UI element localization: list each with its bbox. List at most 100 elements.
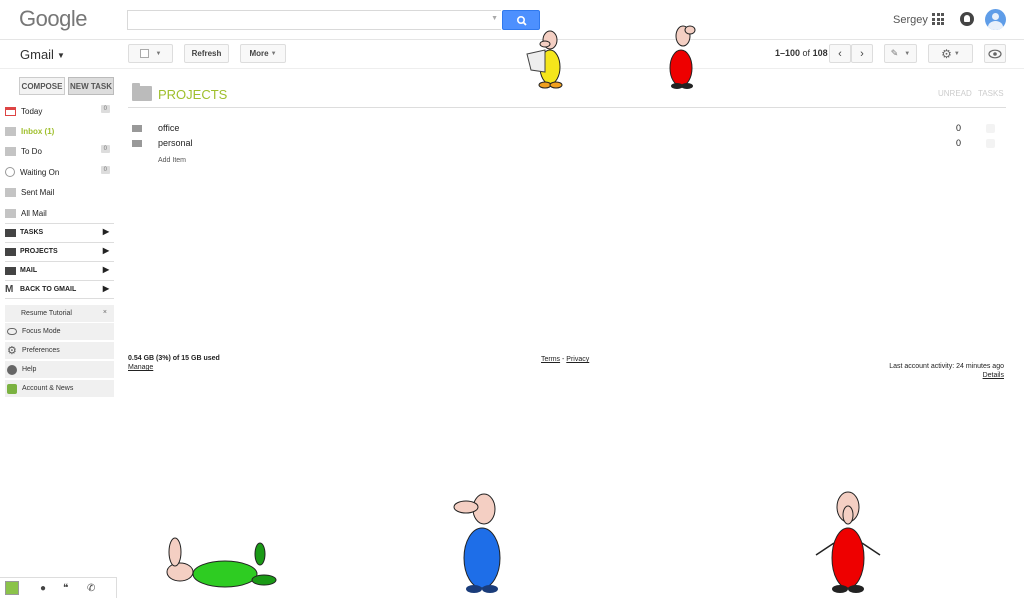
- list-item[interactable]: office 0: [128, 122, 1006, 137]
- user-name[interactable]: Sergey: [893, 14, 928, 26]
- focus-mode-button[interactable]: [984, 44, 1006, 63]
- mail-icon: [5, 266, 16, 275]
- notifications-icon[interactable]: [960, 12, 974, 26]
- expand-arrow-icon[interactable]: ▶: [103, 246, 109, 255]
- checkbox[interactable]: [139, 49, 149, 58]
- eye-icon: [7, 328, 17, 335]
- more-button[interactable]: More ▼: [240, 44, 286, 63]
- green-cartoon-figure: [166, 537, 277, 588]
- select-checkbox-button[interactable]: ▼: [128, 44, 173, 63]
- mail-icon: [5, 146, 16, 156]
- calendar-icon: [5, 106, 16, 116]
- refresh-button[interactable]: Refresh: [184, 44, 229, 63]
- resume-tutorial-item[interactable]: Resume Tutorial ×: [5, 305, 114, 323]
- expand-arrow-icon[interactable]: ▶: [103, 284, 109, 293]
- sidebar-item-label: Inbox (1): [21, 126, 55, 136]
- storage-usage: 0.54 GB (3%) of 15 GB used: [128, 355, 220, 362]
- preferences-item[interactable]: ⚙ Preferences: [5, 342, 114, 360]
- pencil-icon: ✎: [890, 48, 899, 58]
- expand-arrow-icon[interactable]: ▶: [103, 265, 109, 274]
- section-label: TASKS: [20, 229, 44, 236]
- folder-icon: [132, 83, 152, 101]
- section-label: MAIL: [20, 267, 38, 274]
- page-title: PROJECTS: [158, 87, 228, 102]
- more-label: More: [249, 49, 269, 58]
- help-icon: [7, 364, 17, 375]
- details-link[interactable]: Details: [983, 372, 1004, 379]
- chevron-down-icon: ▼: [904, 50, 911, 57]
- hangouts-icon[interactable]: ❝: [63, 583, 68, 594]
- next-page-button[interactable]: ›: [851, 44, 873, 63]
- tool-label: Resume Tutorial: [21, 310, 72, 317]
- toolbar-divider: [0, 68, 1024, 69]
- count-badge: 0: [100, 105, 110, 113]
- count-badge: 0: [100, 145, 110, 153]
- blue-cartoon-figure: [453, 493, 501, 593]
- chevron-down-icon: ▼: [270, 50, 277, 57]
- avatar[interactable]: [985, 9, 1006, 30]
- section-label: PROJECTS: [20, 248, 58, 255]
- chevron-left-icon: ‹: [838, 47, 842, 60]
- terms-link[interactable]: Terms: [541, 356, 560, 363]
- chevron-down-icon: ▼: [155, 50, 162, 57]
- cube-icon[interactable]: [5, 581, 19, 595]
- project-name[interactable]: office: [158, 123, 179, 133]
- prev-page-button[interactable]: ‹: [829, 44, 851, 63]
- chevron-down-icon: ▼: [953, 50, 960, 57]
- divider: [128, 107, 1006, 108]
- section-mail[interactable]: MAIL ▶: [5, 261, 114, 279]
- task-count-badge: [986, 139, 995, 148]
- sidebar-item-label: To Do: [21, 146, 42, 156]
- input-tools-button[interactable]: ✎ ▼: [884, 44, 917, 63]
- mail-icon: [5, 228, 16, 237]
- account-news-item[interactable]: Account & News: [5, 380, 114, 398]
- apps-grid-icon[interactable]: [932, 13, 944, 25]
- focus-mode-item[interactable]: Focus Mode: [5, 323, 114, 341]
- new-task-button[interactable]: NEW TASK: [68, 77, 114, 95]
- close-icon[interactable]: ×: [103, 309, 107, 316]
- column-header-unread[interactable]: UNREAD: [938, 89, 972, 98]
- gmail-menu[interactable]: Gmail ▼: [20, 47, 65, 62]
- phone-icon[interactable]: ✆: [87, 583, 95, 594]
- sidebar-item-waiting-on[interactable]: Waiting On 0: [5, 163, 114, 181]
- eye-icon: [988, 49, 1002, 58]
- gear-icon: ⚙: [941, 46, 952, 61]
- sidebar-item-today[interactable]: Today 0: [5, 102, 114, 120]
- project-name[interactable]: personal: [158, 138, 193, 148]
- compose-button[interactable]: COMPOSE: [19, 77, 65, 95]
- count-badge: 0: [100, 166, 110, 174]
- yellow-cartoon-figure: [526, 30, 563, 89]
- section-projects[interactable]: PROJECTS ▶: [5, 242, 114, 260]
- list-item[interactable]: personal 0: [128, 137, 1006, 152]
- add-item-link[interactable]: Add Item: [158, 157, 186, 164]
- settings-button[interactable]: ⚙ ▼: [928, 44, 973, 63]
- sidebar-item-sent-mail[interactable]: Sent Mail: [5, 183, 114, 201]
- unread-count: 0: [956, 138, 962, 148]
- help-item[interactable]: Help: [5, 361, 114, 379]
- gear-icon: ⚙: [7, 344, 17, 357]
- search-options-icon[interactable]: ▼: [491, 15, 498, 22]
- sidebar-item-label: Today: [21, 106, 43, 116]
- manage-link[interactable]: Manage: [128, 364, 153, 371]
- sidebar-item-all-mail[interactable]: All Mail: [5, 204, 114, 222]
- page-count: 1–100 of 108: [775, 48, 828, 58]
- google-logo[interactable]: Google: [19, 6, 87, 32]
- footer-links: Terms - Privacy: [541, 356, 589, 363]
- expand-arrow-icon[interactable]: ▶: [103, 227, 109, 236]
- person-icon[interactable]: ●: [40, 583, 46, 594]
- chevron-down-icon: ▼: [56, 51, 65, 61]
- gmail-m-icon: M: [5, 284, 14, 295]
- privacy-link[interactable]: Privacy: [566, 356, 589, 363]
- folder-icon: [132, 125, 142, 132]
- clock-icon: [5, 167, 15, 177]
- mail-icon: [5, 126, 16, 136]
- sidebar-item-todo[interactable]: To Do 0: [5, 142, 114, 160]
- mail-icon: [5, 187, 16, 197]
- search-input[interactable]: ▼: [127, 10, 501, 30]
- section-tasks[interactable]: TASKS ▶: [5, 223, 114, 241]
- last-activity: Last account activity: 24 minutes ago: [889, 363, 1004, 370]
- column-header-tasks[interactable]: TASKS: [978, 89, 1004, 98]
- sidebar-item-inbox[interactable]: Inbox (1): [5, 122, 114, 140]
- tool-label: Account & News: [22, 385, 74, 392]
- section-back-to-gmail[interactable]: M BACK TO GMAIL ▶: [5, 280, 114, 299]
